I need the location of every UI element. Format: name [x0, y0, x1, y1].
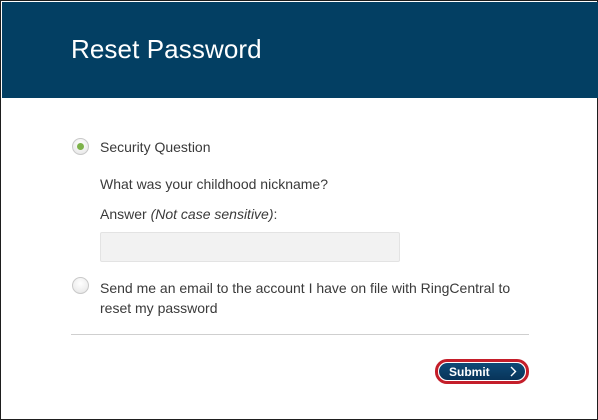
- answer-label-text: Answer: [100, 206, 151, 222]
- email-option-radio[interactable]: [72, 277, 89, 294]
- security-question-radio[interactable]: [72, 138, 89, 155]
- answer-label-suffix: :: [273, 206, 278, 222]
- email-option-label[interactable]: Send me an email to the account I have o…: [100, 278, 530, 318]
- page-title: Reset Password: [71, 34, 262, 64]
- chevron-right-icon: [510, 366, 517, 377]
- submit-highlight: Submit: [435, 359, 529, 384]
- submit-button[interactable]: Submit: [439, 363, 525, 380]
- divider: [71, 334, 529, 335]
- security-question-label[interactable]: Security Question: [100, 139, 211, 155]
- submit-label: Submit: [449, 364, 490, 379]
- answer-input[interactable]: [100, 232, 400, 262]
- answer-hint: (Not case sensitive): [150, 206, 274, 222]
- reset-password-dialog: Reset Password Security Question What wa…: [0, 0, 598, 420]
- answer-label: Answer (Not case sensitive):: [100, 206, 277, 222]
- security-question-text: What was your childhood nickname?: [100, 176, 329, 192]
- page-header: Reset Password: [2, 2, 598, 98]
